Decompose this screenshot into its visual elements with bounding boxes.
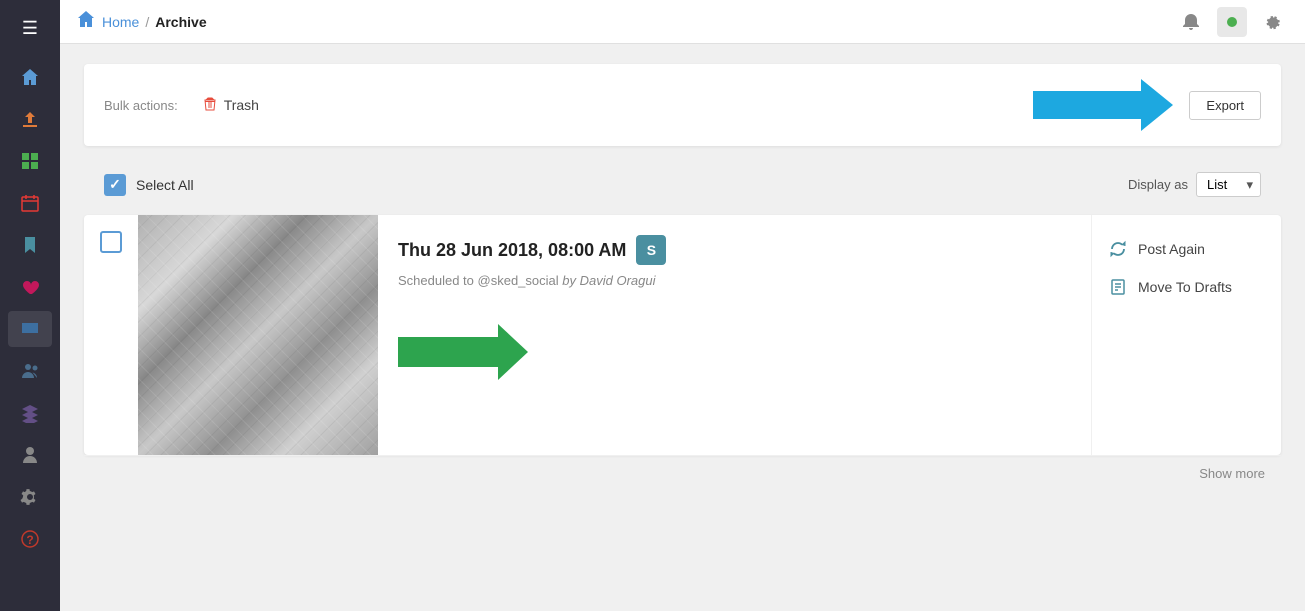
- display-as-control: Display as List Grid: [1128, 172, 1261, 197]
- post-scheduled-by: Scheduled to @sked_social by David Oragu…: [398, 273, 1071, 288]
- sidebar-item-grid[interactable]: [8, 143, 52, 179]
- post-image-bw: [138, 215, 378, 455]
- blue-arrow-area: Export: [267, 80, 1261, 130]
- sidebar-item-person[interactable]: [8, 437, 52, 473]
- sidebar-item-bookmark[interactable]: [8, 227, 52, 263]
- post-datetime: Thu 28 Jun 2018, 08:00 AM: [398, 240, 626, 261]
- breadcrumb-separator: /: [145, 14, 149, 30]
- display-as-wrapper: List Grid: [1196, 172, 1261, 197]
- topbar-actions: [1175, 6, 1289, 38]
- move-to-drafts-label: Move To Drafts: [1138, 279, 1232, 295]
- display-as-label: Display as: [1128, 177, 1188, 192]
- breadcrumb-home[interactable]: Home: [102, 14, 139, 30]
- topbar: Home / Archive: [60, 0, 1305, 44]
- home-icon: [76, 9, 96, 34]
- post-again-label: Post Again: [1138, 241, 1205, 257]
- post-again-button[interactable]: Post Again: [1108, 235, 1265, 263]
- content-area: Bulk actions: Trash Export Select All Di…: [60, 44, 1305, 611]
- display-as-select[interactable]: List Grid: [1196, 172, 1261, 197]
- notification-button[interactable]: [1175, 6, 1207, 38]
- post-select-checkbox[interactable]: [100, 231, 122, 253]
- svg-text:?: ?: [26, 533, 33, 547]
- post-card: Thu 28 Jun 2018, 08:00 AM S Scheduled to…: [84, 215, 1281, 455]
- breadcrumb-current: Archive: [155, 14, 206, 30]
- sidebar-item-layers[interactable]: [8, 395, 52, 431]
- green-arrow-decoration: [398, 324, 528, 380]
- select-all-row: Select All Display as List Grid: [84, 162, 1281, 207]
- post-details: Thu 28 Jun 2018, 08:00 AM S Scheduled to…: [378, 215, 1091, 455]
- sidebar-item-upload[interactable]: [8, 101, 52, 137]
- draft-icon: [1108, 277, 1128, 297]
- main-area: Home / Archive Bulk actions: Tras: [60, 0, 1305, 611]
- hamburger-menu[interactable]: ☰: [0, 10, 60, 47]
- select-all-checkbox[interactable]: [104, 174, 126, 196]
- post-card-left: [84, 215, 138, 455]
- status-indicator: [1217, 7, 1247, 37]
- trash-label: Trash: [224, 97, 259, 113]
- sidebar-item-settings[interactable]: [8, 479, 52, 515]
- sidebar-item-heart[interactable]: [8, 269, 52, 305]
- show-more-button[interactable]: Show more: [84, 455, 1281, 491]
- sidebar-item-help[interactable]: ?: [8, 521, 52, 557]
- trash-button[interactable]: Trash: [194, 92, 267, 119]
- blue-arrow-decoration: [1033, 80, 1173, 130]
- bulk-actions-bar: Bulk actions: Trash Export: [84, 64, 1281, 146]
- move-to-drafts-button[interactable]: Move To Drafts: [1108, 273, 1265, 301]
- post-user-avatar: S: [636, 235, 666, 265]
- sidebar-item-calendar[interactable]: [8, 185, 52, 221]
- breadcrumb: Home / Archive: [76, 9, 1175, 34]
- sidebar-item-people[interactable]: [8, 353, 52, 389]
- trash-icon: [202, 96, 218, 115]
- post-actions-panel: Post Again Move To Drafts: [1091, 215, 1281, 455]
- bulk-actions-label: Bulk actions:: [104, 98, 178, 113]
- refresh-icon: [1108, 239, 1128, 259]
- sidebar-item-inbox[interactable]: [8, 311, 52, 347]
- sidebar: ☰ ?: [0, 0, 60, 611]
- post-image: [138, 215, 378, 455]
- settings-button[interactable]: [1257, 6, 1289, 38]
- online-dot: [1227, 17, 1237, 27]
- select-all-label: Select All: [136, 177, 194, 193]
- export-button[interactable]: Export: [1189, 91, 1261, 120]
- sidebar-item-home[interactable]: [8, 59, 52, 95]
